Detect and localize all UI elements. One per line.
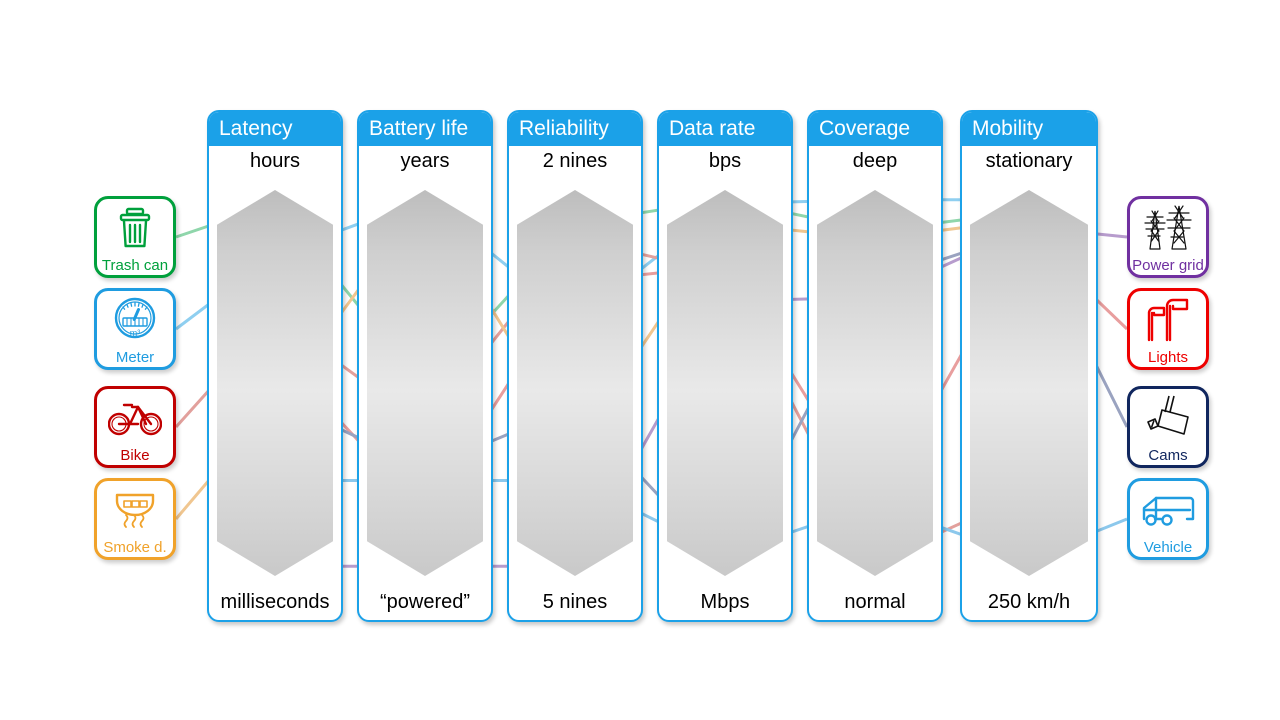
- column-datarate[interactable]: Data rate bps Mbps: [657, 110, 793, 622]
- column-gradient-band-latency: [217, 190, 333, 576]
- usecase-label-meter: Meter: [115, 349, 155, 366]
- gas-meter-icon: m³: [97, 294, 173, 344]
- column-gradient-band-reliability: [517, 190, 633, 576]
- column-coverage[interactable]: Coverage deep normal: [807, 110, 943, 622]
- column-bottom-label-datarate: Mbps: [700, 591, 750, 613]
- usecase-card-cams[interactable]: Cams: [1127, 386, 1209, 468]
- usecase-card-trash-can[interactable]: Trash can: [94, 196, 176, 278]
- column-title-reliability: Reliability: [509, 112, 641, 146]
- usecase-card-vehicle[interactable]: Vehicle: [1127, 478, 1209, 560]
- column-bottom-label-coverage: normal: [844, 591, 906, 613]
- usecase-card-lights[interactable]: Lights: [1127, 288, 1209, 370]
- column-gradient-band-battery: [367, 190, 483, 576]
- column-title-mobility: Mobility: [962, 112, 1096, 146]
- column-top-label-battery: years: [400, 150, 450, 172]
- usecase-card-bike[interactable]: Bike: [94, 386, 176, 468]
- column-top-label-mobility: stationary: [985, 150, 1073, 172]
- usecase-label-power-grid: Power grid: [1132, 257, 1204, 274]
- column-title-latency: Latency: [209, 112, 341, 146]
- usecase-card-smoke-d[interactable]: Smoke d.: [94, 478, 176, 560]
- column-reliability[interactable]: Reliability 2 nines 5 nines: [507, 110, 643, 622]
- column-mobility[interactable]: Mobility stationary 250 km/h: [960, 110, 1098, 622]
- usecase-label-cams: Cams: [1148, 447, 1188, 464]
- column-latency[interactable]: Latency hours milliseconds: [207, 110, 343, 622]
- usecase-card-meter[interactable]: m³ Meter: [94, 288, 176, 370]
- column-gradient-band-mobility: [970, 190, 1088, 576]
- column-title-coverage: Coverage: [809, 112, 941, 146]
- column-battery[interactable]: Battery life years “powered”: [357, 110, 493, 622]
- svg-text:m³: m³: [130, 328, 141, 338]
- column-top-label-coverage: deep: [852, 150, 898, 172]
- column-bottom-label-mobility: 250 km/h: [987, 591, 1071, 613]
- column-top-label-datarate: bps: [708, 150, 742, 172]
- usecase-label-smoke-d: Smoke d.: [103, 539, 167, 556]
- column-top-label-reliability: 2 nines: [542, 150, 608, 172]
- column-bottom-label-reliability: 5 nines: [542, 591, 608, 613]
- smoke-detector-icon: [97, 484, 173, 534]
- column-bottom-label-latency: milliseconds: [220, 591, 330, 613]
- column-gradient-band-datarate: [667, 190, 783, 576]
- column-gradient-band-coverage: [817, 190, 933, 576]
- diagram-canvas: Latency hours milliseconds Battery life year…: [0, 0, 1280, 720]
- column-bottom-label-battery: “powered”: [379, 591, 471, 613]
- trash-can-icon: [97, 202, 173, 252]
- van-icon: [1130, 484, 1206, 534]
- usecase-label-trash-can: Trash can: [101, 257, 169, 274]
- bicycle-icon: [97, 392, 173, 442]
- usecase-label-lights: Lights: [1147, 349, 1189, 366]
- column-title-datarate: Data rate: [659, 112, 791, 146]
- usecase-label-vehicle: Vehicle: [1143, 539, 1193, 556]
- column-top-label-latency: hours: [249, 150, 301, 172]
- column-title-battery: Battery life: [359, 112, 491, 146]
- power-pylon-icon: [1130, 202, 1206, 252]
- street-lamp-icon: [1130, 294, 1206, 344]
- usecase-card-power-grid[interactable]: Power grid: [1127, 196, 1209, 278]
- usecase-label-bike: Bike: [120, 447, 150, 464]
- security-camera-icon: [1130, 392, 1206, 442]
